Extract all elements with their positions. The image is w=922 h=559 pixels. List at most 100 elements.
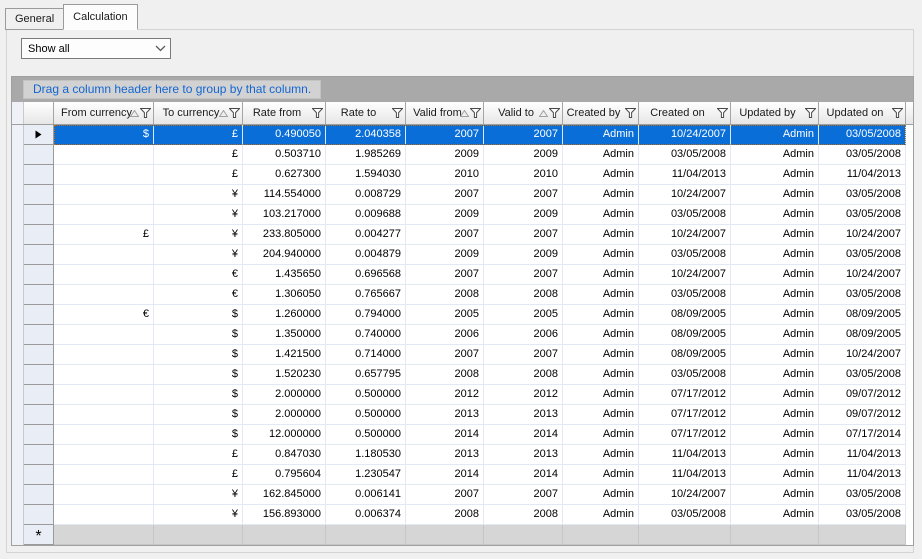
cell-to-currency[interactable]: ¥ <box>154 185 243 205</box>
cell-created-on[interactable]: 10/24/2007 <box>639 225 731 245</box>
table-row[interactable]: £¥233.8050000.00427720072007Admin10/24/2… <box>12 225 913 245</box>
new-row-cell[interactable] <box>243 525 326 545</box>
cell-valid-from[interactable]: 2009 <box>406 245 484 265</box>
cell-rate-to[interactable]: 0.740000 <box>326 325 406 345</box>
cell-valid-from[interactable]: 2013 <box>406 405 484 425</box>
row-selector[interactable] <box>24 365 54 385</box>
cell-updated-by[interactable]: Admin <box>731 165 819 185</box>
cell-created-by[interactable]: Admin <box>563 445 639 465</box>
cell-to-currency[interactable]: ¥ <box>154 205 243 225</box>
cell-rate-from[interactable]: 1.435650 <box>243 265 326 285</box>
column-header-created-by[interactable]: Created by <box>563 102 639 124</box>
cell-rate-to[interactable]: 0.500000 <box>326 425 406 445</box>
cell-valid-to[interactable]: 2008 <box>484 505 563 525</box>
cell-created-on[interactable]: 03/05/2008 <box>639 365 731 385</box>
cell-valid-from[interactable]: 2007 <box>406 265 484 285</box>
cell-from-currency[interactable] <box>54 145 154 165</box>
column-header-to-currency[interactable]: To currency <box>154 102 243 124</box>
column-header-from-currency[interactable]: From currency <box>54 102 154 124</box>
cell-updated-by[interactable]: Admin <box>731 345 819 365</box>
new-row-cell[interactable] <box>639 525 731 545</box>
cell-rate-from[interactable]: 0.847030 <box>243 445 326 465</box>
cell-created-on[interactable]: 11/04/2013 <box>639 165 731 185</box>
table-row[interactable]: $2.0000000.50000020132013Admin07/17/2012… <box>12 405 913 425</box>
filter-icon[interactable] <box>625 108 636 118</box>
cell-rate-to[interactable]: 1.985269 <box>326 145 406 165</box>
cell-updated-by[interactable]: Admin <box>731 405 819 425</box>
row-selector[interactable] <box>24 245 54 265</box>
cell-from-currency[interactable]: $ <box>54 125 154 145</box>
cell-valid-to[interactable]: 2009 <box>484 145 563 165</box>
cell-created-on[interactable]: 08/09/2005 <box>639 305 731 325</box>
cell-to-currency[interactable]: ¥ <box>154 485 243 505</box>
table-row[interactable]: $12.0000000.50000020142014Admin07/17/201… <box>12 425 913 445</box>
cell-updated-on[interactable]: 08/09/2005 <box>819 305 906 325</box>
table-row[interactable]: €$1.2600000.79400020052005Admin08/09/200… <box>12 305 913 325</box>
row-selector[interactable] <box>24 505 54 525</box>
cell-created-by[interactable]: Admin <box>563 385 639 405</box>
cell-created-by[interactable]: Admin <box>563 285 639 305</box>
cell-from-currency[interactable] <box>54 405 154 425</box>
cell-created-on[interactable]: 03/05/2008 <box>639 145 731 165</box>
cell-rate-from[interactable]: 12.000000 <box>243 425 326 445</box>
cell-updated-by[interactable]: Admin <box>731 225 819 245</box>
cell-to-currency[interactable]: £ <box>154 465 243 485</box>
table-row[interactable]: ¥156.8930000.00637420082008Admin03/05/20… <box>12 505 913 525</box>
cell-valid-from[interactable]: 2010 <box>406 165 484 185</box>
cell-valid-to[interactable]: 2006 <box>484 325 563 345</box>
table-row[interactable]: $1.5202300.65779520082008Admin03/05/2008… <box>12 365 913 385</box>
cell-valid-to[interactable]: 2005 <box>484 305 563 325</box>
cell-from-currency[interactable] <box>54 205 154 225</box>
new-row-cell[interactable] <box>54 525 154 545</box>
cell-created-by[interactable]: Admin <box>563 305 639 325</box>
cell-from-currency[interactable] <box>54 485 154 505</box>
cell-created-on[interactable]: 10/24/2007 <box>639 125 731 145</box>
cell-rate-to[interactable]: 0.714000 <box>326 345 406 365</box>
cell-created-by[interactable]: Admin <box>563 425 639 445</box>
cell-valid-from[interactable]: 2008 <box>406 505 484 525</box>
cell-rate-to[interactable]: 0.008729 <box>326 185 406 205</box>
cell-updated-on[interactable]: 08/09/2005 <box>819 325 906 345</box>
cell-from-currency[interactable] <box>54 505 154 525</box>
cell-from-currency[interactable] <box>54 385 154 405</box>
new-row-cell[interactable] <box>154 525 243 545</box>
cell-from-currency[interactable] <box>54 325 154 345</box>
cell-to-currency[interactable]: £ <box>154 445 243 465</box>
cell-updated-on[interactable]: 10/24/2007 <box>819 345 906 365</box>
cell-from-currency[interactable] <box>54 365 154 385</box>
cell-updated-by[interactable]: Admin <box>731 205 819 225</box>
cell-from-currency[interactable] <box>54 245 154 265</box>
cell-rate-from[interactable]: 1.306050 <box>243 285 326 305</box>
table-row[interactable]: ¥114.5540000.00872920072007Admin10/24/20… <box>12 185 913 205</box>
cell-updated-by[interactable]: Admin <box>731 425 819 445</box>
cell-from-currency[interactable] <box>54 285 154 305</box>
cell-updated-on[interactable]: 11/04/2013 <box>819 165 906 185</box>
cell-created-on[interactable]: 07/17/2012 <box>639 385 731 405</box>
cell-valid-to[interactable]: 2009 <box>484 205 563 225</box>
cell-valid-to[interactable]: 2014 <box>484 425 563 445</box>
cell-rate-to[interactable]: 0.794000 <box>326 305 406 325</box>
column-header-rate-to[interactable]: Rate to <box>326 102 406 124</box>
cell-updated-on[interactable]: 03/05/2008 <box>819 185 906 205</box>
cell-rate-to[interactable]: 0.696568 <box>326 265 406 285</box>
cell-valid-from[interactable]: 2005 <box>406 305 484 325</box>
table-row[interactable]: $1.4215000.71400020072007Admin08/09/2005… <box>12 345 913 365</box>
cell-created-by[interactable]: Admin <box>563 325 639 345</box>
row-selector[interactable] <box>24 125 54 145</box>
table-row[interactable]: $2.0000000.50000020122012Admin07/17/2012… <box>12 385 913 405</box>
cell-to-currency[interactable]: $ <box>154 405 243 425</box>
new-row-cell[interactable] <box>819 525 906 545</box>
cell-valid-from[interactable]: 2013 <box>406 445 484 465</box>
new-row-cell[interactable] <box>731 525 819 545</box>
row-selector[interactable] <box>24 465 54 485</box>
cell-updated-by[interactable]: Admin <box>731 305 819 325</box>
cell-updated-by[interactable]: Admin <box>731 505 819 525</box>
cell-updated-by[interactable]: Admin <box>731 285 819 305</box>
cell-to-currency[interactable]: $ <box>154 305 243 325</box>
cell-rate-to[interactable]: 0.009688 <box>326 205 406 225</box>
cell-updated-by[interactable]: Admin <box>731 445 819 465</box>
filter-icon[interactable] <box>140 108 151 118</box>
new-row[interactable]: * <box>12 525 913 545</box>
cell-created-on[interactable]: 11/04/2013 <box>639 465 731 485</box>
cell-from-currency[interactable] <box>54 165 154 185</box>
